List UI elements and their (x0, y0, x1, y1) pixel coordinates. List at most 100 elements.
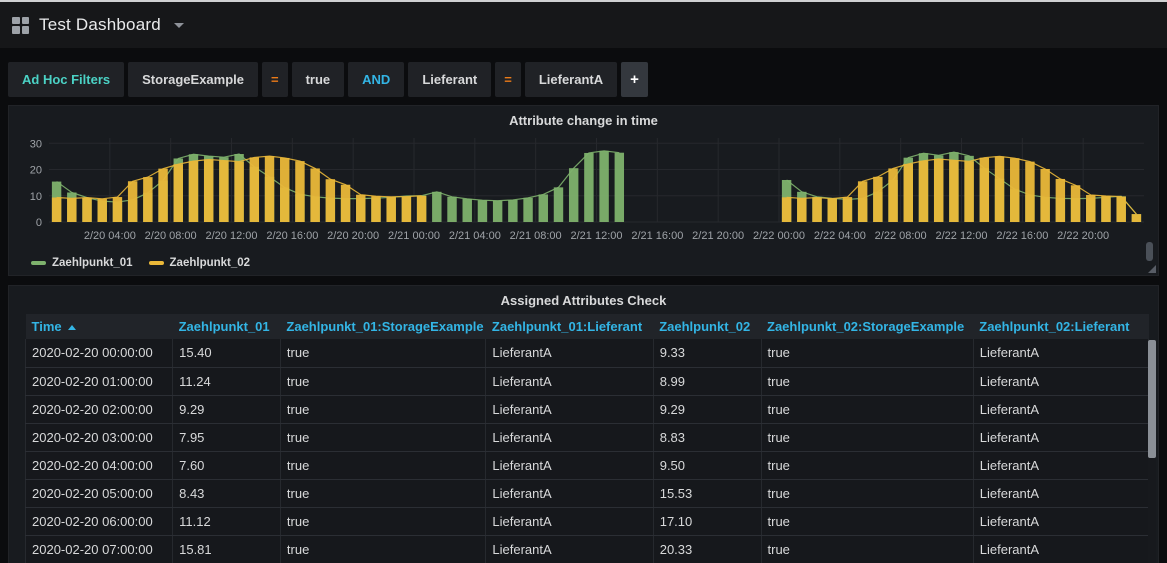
bar-Zaehlpunkt_02[interactable] (1010, 158, 1019, 222)
bar-Zaehlpunkt_02[interactable] (980, 158, 989, 222)
filter-chip-value-2[interactable]: true (292, 62, 345, 97)
bar-Zaehlpunkt_02[interactable] (326, 179, 335, 222)
table-cell: 9.29 (653, 395, 761, 423)
bar-Zaehlpunkt_02[interactable] (82, 198, 91, 222)
bar-Zaehlpunkt_02[interactable] (67, 198, 76, 222)
table-cell: true (761, 395, 973, 423)
bar-Zaehlpunkt_02[interactable] (402, 197, 411, 222)
column-header-label: Time (32, 319, 62, 334)
bar-Zaehlpunkt_02[interactable] (174, 164, 183, 222)
table-panel-title[interactable]: Assigned Attributes Check (9, 286, 1158, 308)
column-header-zaehlpunkt-02[interactable]: Zaehlpunkt_02 (653, 314, 761, 339)
bar-Zaehlpunkt_02[interactable] (417, 196, 426, 222)
bar-Zaehlpunkt_02[interactable] (250, 157, 259, 222)
chart-scrollbar-thumb[interactable] (1146, 242, 1153, 261)
bar-Zaehlpunkt_02[interactable] (189, 161, 198, 222)
filter-chip-op-1[interactable]: = (262, 62, 288, 97)
bar-Zaehlpunkt_02[interactable] (280, 158, 289, 222)
chart-plot-area[interactable]: 01020302/20 04:002/20 08:002/20 12:002/2… (9, 128, 1158, 255)
bar-Zaehlpunkt_02[interactable] (310, 168, 319, 222)
column-header-time[interactable]: Time (26, 314, 173, 339)
bar-Zaehlpunkt_02[interactable] (219, 161, 228, 222)
bar-Zaehlpunkt_02[interactable] (782, 197, 791, 222)
bar-Zaehlpunkt_02[interactable] (858, 181, 867, 222)
bar-Zaehlpunkt_02[interactable] (113, 197, 122, 222)
bar-Zaehlpunkt_02[interactable] (1101, 196, 1110, 222)
filter-chip-value-6[interactable]: LieferantA (525, 62, 617, 97)
dashboard-grid-icon[interactable] (12, 17, 29, 34)
bar-Zaehlpunkt_02[interactable] (98, 199, 107, 222)
bar-Zaehlpunkt_02[interactable] (888, 168, 897, 222)
column-header-zaehlpunkt-02-storageexample[interactable]: Zaehlpunkt_02:StorageExample (761, 314, 973, 339)
panel-resize-handle-icon[interactable] (1148, 265, 1156, 273)
bar-Zaehlpunkt_02[interactable] (812, 198, 821, 222)
chart-panel-title[interactable]: Attribute change in time (9, 106, 1158, 128)
attributes-table: Time Zaehlpunkt_01Zaehlpunkt_01:StorageEx… (25, 314, 1149, 563)
table-header: Time Zaehlpunkt_01Zaehlpunkt_01:StorageEx… (26, 314, 1149, 339)
bar-Zaehlpunkt_02[interactable] (1025, 162, 1034, 222)
filter-chip-cond-3[interactable]: AND (348, 62, 404, 97)
column-header-zaehlpunkt-02-lieferant[interactable]: Zaehlpunkt_02:Lieferant (973, 314, 1148, 339)
table-scrollbar[interactable] (1148, 340, 1156, 563)
bar-Zaehlpunkt_02[interactable] (1086, 195, 1095, 222)
bar-Zaehlpunkt_02[interactable] (295, 161, 304, 222)
bar-Zaehlpunkt_01[interactable] (615, 153, 624, 222)
bar-Zaehlpunkt_02[interactable] (1040, 169, 1049, 222)
legend-item-Zaehlpunkt_01[interactable]: Zaehlpunkt_01 (31, 257, 133, 269)
bar-Zaehlpunkt_01[interactable] (478, 200, 487, 222)
table-cell: true (280, 479, 486, 507)
bar-Zaehlpunkt_02[interactable] (158, 169, 167, 222)
bar-Zaehlpunkt_02[interactable] (1071, 185, 1080, 222)
top-navbar: Test Dashboard (0, 2, 1167, 48)
bar-Zaehlpunkt_02[interactable] (128, 181, 137, 222)
dashboard-title[interactable]: Test Dashboard (39, 15, 184, 35)
bar-Zaehlpunkt_02[interactable] (1056, 179, 1065, 222)
bar-Zaehlpunkt_02[interactable] (204, 160, 213, 222)
bar-Zaehlpunkt_01[interactable] (523, 198, 532, 222)
bar-Zaehlpunkt_01[interactable] (508, 200, 517, 222)
x-axis-tick-label: 2/20 08:00 (145, 230, 197, 242)
bar-Zaehlpunkt_02[interactable] (356, 195, 365, 222)
bar-Zaehlpunkt_02[interactable] (234, 162, 243, 222)
bar-Zaehlpunkt_02[interactable] (949, 160, 958, 222)
time-series-chart[interactable]: 01020302/20 04:002/20 08:002/20 12:002/2… (17, 130, 1152, 250)
x-axis-tick-label: 2/22 16:00 (996, 230, 1048, 242)
bar-Zaehlpunkt_02[interactable] (143, 177, 152, 222)
bar-Zaehlpunkt_01[interactable] (463, 199, 472, 222)
filter-chip-key-4[interactable]: Lieferant (408, 62, 491, 97)
bar-Zaehlpunkt_01[interactable] (584, 153, 593, 222)
bar-Zaehlpunkt_02[interactable] (919, 161, 928, 222)
add-filter-button[interactable]: + (621, 62, 648, 97)
x-axis-tick-label: 2/22 12:00 (936, 230, 988, 242)
bar-Zaehlpunkt_02[interactable] (52, 198, 61, 222)
bar-Zaehlpunkt_01[interactable] (539, 194, 548, 222)
bar-Zaehlpunkt_02[interactable] (797, 198, 806, 222)
bar-Zaehlpunkt_02[interactable] (371, 196, 380, 222)
filter-chip-op-5[interactable]: = (495, 62, 521, 97)
filter-chip-key-0[interactable]: StorageExample (128, 62, 258, 97)
bar-Zaehlpunkt_02[interactable] (995, 156, 1004, 222)
column-header-zaehlpunkt-01-lieferant[interactable]: Zaehlpunkt_01:Lieferant (486, 314, 653, 339)
column-header-zaehlpunkt-01-storageexample[interactable]: Zaehlpunkt_01:StorageExample (280, 314, 486, 339)
bar-Zaehlpunkt_02[interactable] (386, 197, 395, 222)
bar-Zaehlpunkt_01[interactable] (493, 201, 502, 222)
bar-Zaehlpunkt_02[interactable] (341, 185, 350, 222)
column-header-zaehlpunkt-01[interactable]: Zaehlpunkt_01 (173, 314, 281, 339)
table-cell: 8.83 (653, 423, 761, 451)
bar-Zaehlpunkt_01[interactable] (447, 197, 456, 222)
bar-Zaehlpunkt_02[interactable] (843, 197, 852, 222)
bar-Zaehlpunkt_02[interactable] (265, 156, 274, 222)
bar-Zaehlpunkt_02[interactable] (873, 177, 882, 222)
bar-Zaehlpunkt_02[interactable] (1132, 214, 1141, 222)
bar-Zaehlpunkt_02[interactable] (934, 159, 943, 222)
bar-Zaehlpunkt_01[interactable] (432, 192, 441, 222)
legend-item-Zaehlpunkt_02[interactable]: Zaehlpunkt_02 (149, 257, 251, 269)
bar-Zaehlpunkt_01[interactable] (599, 151, 608, 222)
bar-Zaehlpunkt_02[interactable] (828, 199, 837, 222)
bar-Zaehlpunkt_02[interactable] (904, 164, 913, 222)
bar-Zaehlpunkt_02[interactable] (964, 161, 973, 222)
x-axis-tick-label: 2/21 04:00 (449, 230, 501, 242)
bar-Zaehlpunkt_01[interactable] (554, 187, 563, 222)
table-scrollbar-thumb[interactable] (1148, 340, 1156, 458)
bar-Zaehlpunkt_01[interactable] (569, 168, 578, 222)
